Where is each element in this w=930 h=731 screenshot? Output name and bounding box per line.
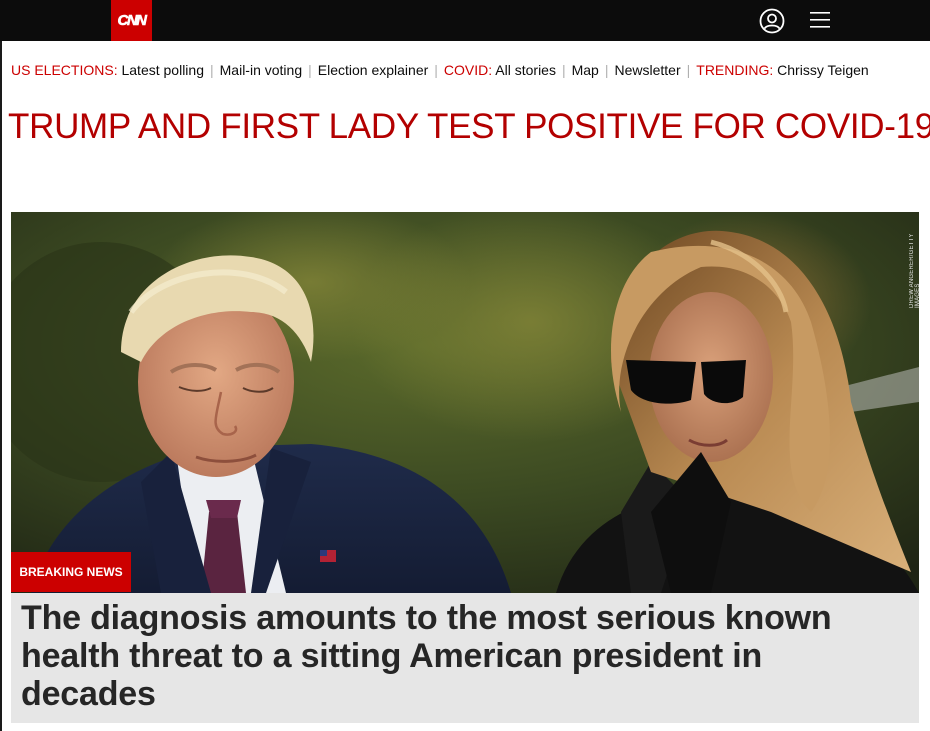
nav-link[interactable]: Election explainer	[318, 62, 429, 78]
nav-link[interactable]: Chrissy Teigen	[777, 62, 869, 78]
nav-row: US ELECTIONS: Latest polling | Mail-in vot…	[11, 62, 869, 78]
banner-headline[interactable]: TRUMP AND FIRST LADY TEST POSITIVE FOR C…	[0, 106, 930, 147]
nav-section-label: US ELECTIONS:	[11, 62, 118, 78]
nav-link[interactable]: Newsletter	[614, 62, 680, 78]
nav-separator: |	[210, 62, 214, 78]
photo-credit: DREW ANGERER/GETTY IMAGES	[909, 233, 921, 309]
nav-link[interactable]: Map	[572, 62, 599, 78]
nav-link[interactable]: All stories	[495, 62, 556, 78]
breaking-news-badge: BREAKING NEWS	[11, 552, 131, 592]
cnn-logo[interactable]: CNN	[111, 0, 152, 41]
nav-section-label: TRENDING:	[696, 62, 774, 78]
nav-separator: |	[434, 62, 438, 78]
nav-separator: |	[308, 62, 312, 78]
nav-separator: |	[686, 62, 691, 78]
hero-photo-illustration	[11, 212, 919, 593]
logo-text: CNN	[117, 12, 147, 30]
nav-separator: |	[604, 62, 609, 78]
user-circle-icon[interactable]	[759, 8, 785, 34]
nav-separator: |	[561, 62, 566, 78]
nav-section-label: COVID:	[443, 62, 493, 78]
hero-image[interactable]	[11, 212, 919, 593]
page-border	[0, 100, 2, 731]
story-caption[interactable]: The diagnosis amounts to the most seriou…	[21, 599, 901, 713]
nav-link[interactable]: Mail-in voting	[220, 62, 302, 78]
hamburger-menu-icon[interactable]	[810, 11, 830, 29]
caption-box[interactable]: The diagnosis amounts to the most seriou…	[11, 593, 919, 723]
top-bar: CNN	[0, 0, 930, 41]
trending-nav: US ELECTIONS: Latest polling | Mail-in vot…	[0, 41, 930, 100]
nav-link[interactable]: Latest polling	[121, 62, 204, 78]
